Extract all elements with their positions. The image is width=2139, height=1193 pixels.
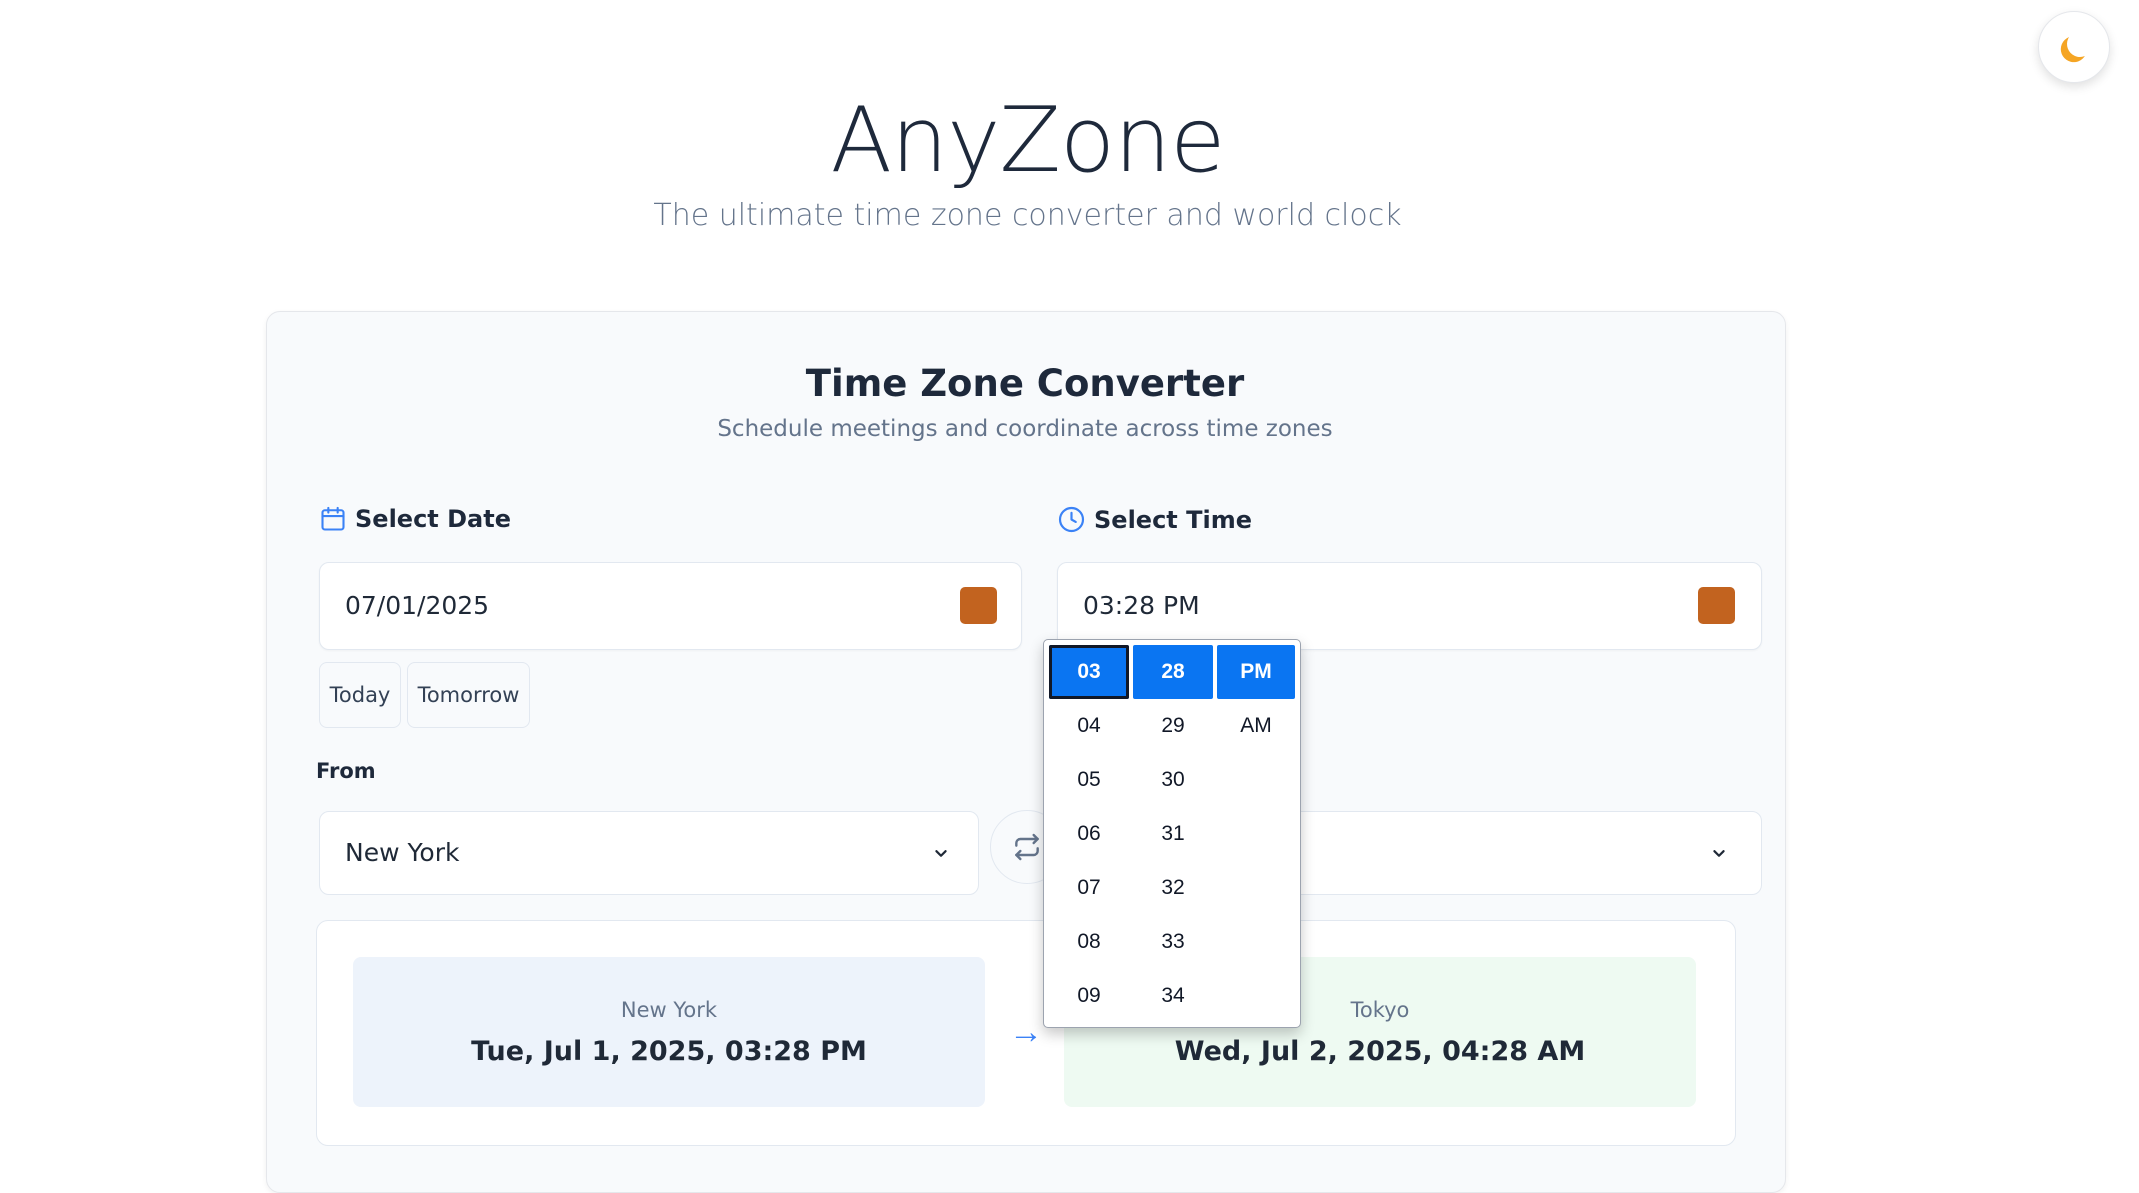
minute-column: 28 29 30 31 32 33 34 — [1133, 645, 1213, 1023]
moon-icon — [2065, 29, 2095, 59]
to-result-time: Wed, Jul 2, 2025, 04:28 AM — [1174, 1035, 1586, 1067]
date-picker-button[interactable] — [960, 587, 997, 624]
date-value: 07/01/2025 — [345, 591, 490, 620]
from-result-card: New York Tue, Jul 1, 2025, 03:28 PM — [353, 957, 985, 1107]
hour-option[interactable]: 06 — [1049, 807, 1129, 861]
time-input[interactable]: 03:28 PM — [1057, 562, 1762, 650]
from-timezone-select[interactable]: New York — [319, 811, 979, 895]
date-input[interactable]: 07/01/2025 — [319, 562, 1022, 650]
time-picker-button[interactable] — [1698, 587, 1735, 624]
minute-option[interactable]: 29 — [1133, 699, 1213, 753]
hour-option[interactable]: 07 — [1049, 861, 1129, 915]
from-result-time: Tue, Jul 1, 2025, 03:28 PM — [471, 1035, 867, 1067]
from-result-city: New York — [620, 997, 718, 1022]
time-picker-dropdown: 03 04 05 06 07 08 09 28 29 30 31 32 33 3… — [1043, 639, 1301, 1028]
chevron-down-icon — [935, 850, 947, 857]
calendar-icon — [321, 506, 345, 531]
period-column: PM AM — [1217, 645, 1295, 753]
hour-option[interactable]: 05 — [1049, 753, 1129, 807]
select-date-label: Select Date — [319, 505, 511, 533]
minute-option[interactable]: 33 — [1133, 915, 1213, 969]
theme-toggle-button[interactable] — [2038, 11, 2110, 83]
select-date-text: Select Date — [355, 505, 511, 533]
minute-option[interactable]: 32 — [1133, 861, 1213, 915]
minute-option[interactable]: 34 — [1133, 969, 1213, 1023]
minute-option[interactable]: 31 — [1133, 807, 1213, 861]
app-title: AnyZone — [830, 88, 1225, 193]
minute-option[interactable]: 28 — [1133, 645, 1213, 699]
chevron-down-icon — [1713, 850, 1725, 857]
hour-column: 03 04 05 06 07 08 09 — [1049, 645, 1129, 1023]
hour-option[interactable]: 09 — [1049, 969, 1129, 1023]
time-value: 03:28 PM — [1083, 591, 1200, 620]
hour-option[interactable]: 03 — [1049, 645, 1129, 699]
period-option[interactable]: PM — [1217, 645, 1295, 699]
converter-title: Time Zone Converter — [805, 362, 1245, 405]
swap-icon — [1015, 833, 1039, 861]
app-subtitle: The ultimate time zone converter and wor… — [653, 198, 1402, 233]
converter-subtitle: Schedule meetings and coordinate across … — [717, 416, 1333, 442]
select-time-text: Select Time — [1094, 505, 1253, 534]
clock-icon — [1058, 506, 1085, 533]
period-option[interactable]: AM — [1217, 699, 1295, 753]
arrow-right-icon: → — [1009, 1013, 1043, 1051]
to-result-city: Tokyo — [1350, 997, 1410, 1022]
tomorrow-button[interactable]: Tomorrow — [407, 662, 530, 728]
hour-option[interactable]: 04 — [1049, 699, 1129, 753]
from-timezone-value: New York — [345, 838, 460, 867]
from-label: From — [316, 759, 376, 783]
hour-option[interactable]: 08 — [1049, 915, 1129, 969]
today-button[interactable]: Today — [319, 662, 401, 728]
minute-option[interactable]: 30 — [1133, 753, 1213, 807]
select-time-label: Select Time — [1057, 505, 1252, 534]
